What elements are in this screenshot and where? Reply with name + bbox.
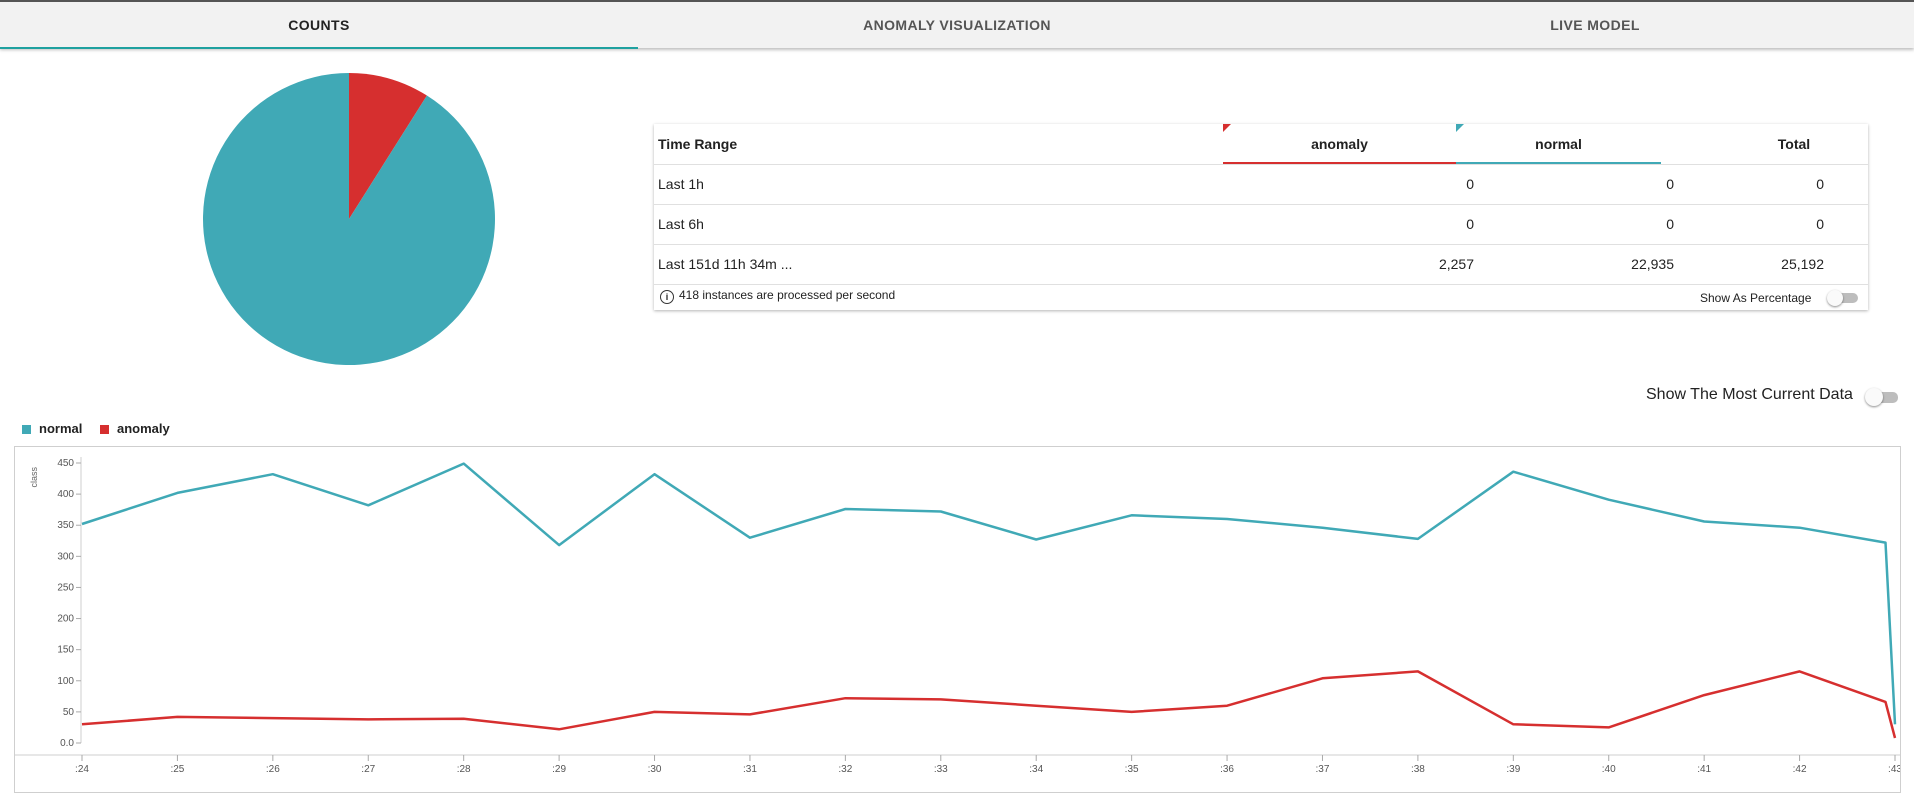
line-chart-frame: class 0.0 50 100 150 200 250 300 350 400 450 :24 :25… (14, 446, 1901, 793)
y-tick-label: 350 (57, 520, 74, 531)
x-tick-label: :35 (1125, 764, 1139, 775)
toggle-knob (1865, 388, 1883, 406)
legend-label-normal: normal (39, 421, 83, 436)
series-line-anomaly[interactable] (81, 670, 1897, 739)
row-normal-count: 22,935 (1631, 256, 1674, 272)
x-tick-label: :29 (552, 764, 566, 775)
table-header-row: Time Range anomaly normal Total (654, 124, 1868, 165)
table-row: Last 151d 11h 34m ... 2,257 22,935 25,19… (654, 244, 1868, 285)
row-total-count: 25,192 (1781, 256, 1824, 272)
line-chart: class 0.0 50 100 150 200 250 300 350 400 450 :24 :25… (15, 457, 1900, 775)
row-label: Last 1h (658, 176, 704, 192)
y-tick-label: 300 (57, 551, 74, 562)
tab-live-model[interactable]: LIVE MODEL (1276, 2, 1914, 48)
header-total: Total (1777, 136, 1811, 152)
x-tick-label: :33 (934, 764, 948, 775)
x-tick-label: :42 (1793, 764, 1807, 775)
header-anomaly[interactable]: anomaly (1223, 124, 1456, 164)
counts-table: Time Range anomaly normal Total Last 1h … (654, 124, 1868, 310)
x-tick-label: :24 (75, 764, 89, 775)
x-tick-label: :26 (266, 764, 280, 775)
table-row: Last 6h 0 0 0 (654, 204, 1868, 245)
row-normal-count: 0 (1666, 176, 1674, 192)
row-label: Last 6h (658, 216, 704, 232)
y-tick-label: 400 (57, 489, 74, 500)
row-anomaly-count: 2,257 (1438, 256, 1474, 272)
chart-legend: normal anomaly (22, 421, 184, 441)
show-current-data-toggle[interactable] (1865, 388, 1898, 406)
x-tick-label: :25 (170, 764, 184, 775)
legend-swatch-normal (22, 425, 31, 435)
y-tick-label: 200 (57, 614, 74, 625)
series-line-normal[interactable] (81, 462, 1897, 725)
y-tick-label: 250 (57, 582, 74, 593)
header-time-range: Time Range (658, 136, 738, 152)
y-tick-label: 50 (63, 707, 75, 718)
row-total-count: 0 (1816, 176, 1824, 192)
row-anomaly-count: 0 (1466, 176, 1474, 192)
toggle-knob (1827, 290, 1843, 306)
class-pie-chart (203, 73, 496, 365)
anomaly-color-marker (1223, 124, 1231, 132)
x-tick-label: :30 (648, 764, 662, 775)
table-row: Last 1h 0 0 0 (654, 164, 1868, 205)
y-tick-label: 0.0 (60, 738, 74, 749)
x-tick-label: :41 (1697, 764, 1711, 775)
tab-counts[interactable]: COUNTS (0, 2, 638, 49)
normal-color-marker (1456, 124, 1464, 132)
row-normal-count: 0 (1666, 216, 1674, 232)
legend-item-anomaly[interactable]: anomaly (99, 421, 170, 436)
header-anomaly-label: anomaly (1311, 136, 1368, 152)
x-tick-label: :31 (743, 764, 757, 775)
y-axis-title: class (29, 467, 39, 488)
y-tick-label: 450 (57, 458, 74, 469)
x-tick-label: :37 (1316, 764, 1330, 775)
x-tick-label: :27 (361, 764, 375, 775)
x-tick-label: :43 (1888, 764, 1900, 775)
info-icon: i (660, 290, 674, 304)
legend-swatch-anomaly (99, 425, 109, 435)
x-tick-label: :28 (457, 764, 471, 775)
x-tick-label: :40 (1602, 764, 1616, 775)
show-percentage-toggle[interactable] (1827, 290, 1858, 306)
y-tick-label: 150 (57, 645, 74, 656)
y-tick-label: 100 (57, 676, 74, 687)
row-anomaly-count: 0 (1466, 216, 1474, 232)
legend-label-anomaly: anomaly (116, 421, 170, 436)
pie-slice-normal[interactable] (203, 73, 496, 365)
x-tick-label: :34 (1029, 764, 1043, 775)
row-total-count: 0 (1816, 216, 1824, 232)
header-normal-label: normal (1535, 136, 1582, 152)
table-footer: i 418 instances are processed per second… (654, 286, 1868, 310)
show-current-data-label: Show The Most Current Data (1646, 386, 1853, 403)
tab-anomaly-visualization[interactable]: ANOMALY VISUALIZATION (638, 2, 1276, 48)
legend-item-normal[interactable]: normal (22, 421, 82, 436)
throughput-info: 418 instances are processed per second (679, 288, 896, 302)
show-percentage-label: Show As Percentage (1700, 291, 1812, 305)
row-label: Last 151d 11h 34m ... (658, 256, 793, 272)
x-tick-label: :39 (1506, 764, 1520, 775)
x-tick-label: :32 (838, 764, 852, 775)
x-tick-label: :36 (1220, 764, 1234, 775)
header-normal[interactable]: normal (1456, 124, 1661, 164)
tab-bar: COUNTS ANOMALY VISUALIZATION LIVE MODEL (0, 0, 1914, 49)
x-tick-label: :38 (1411, 764, 1425, 775)
